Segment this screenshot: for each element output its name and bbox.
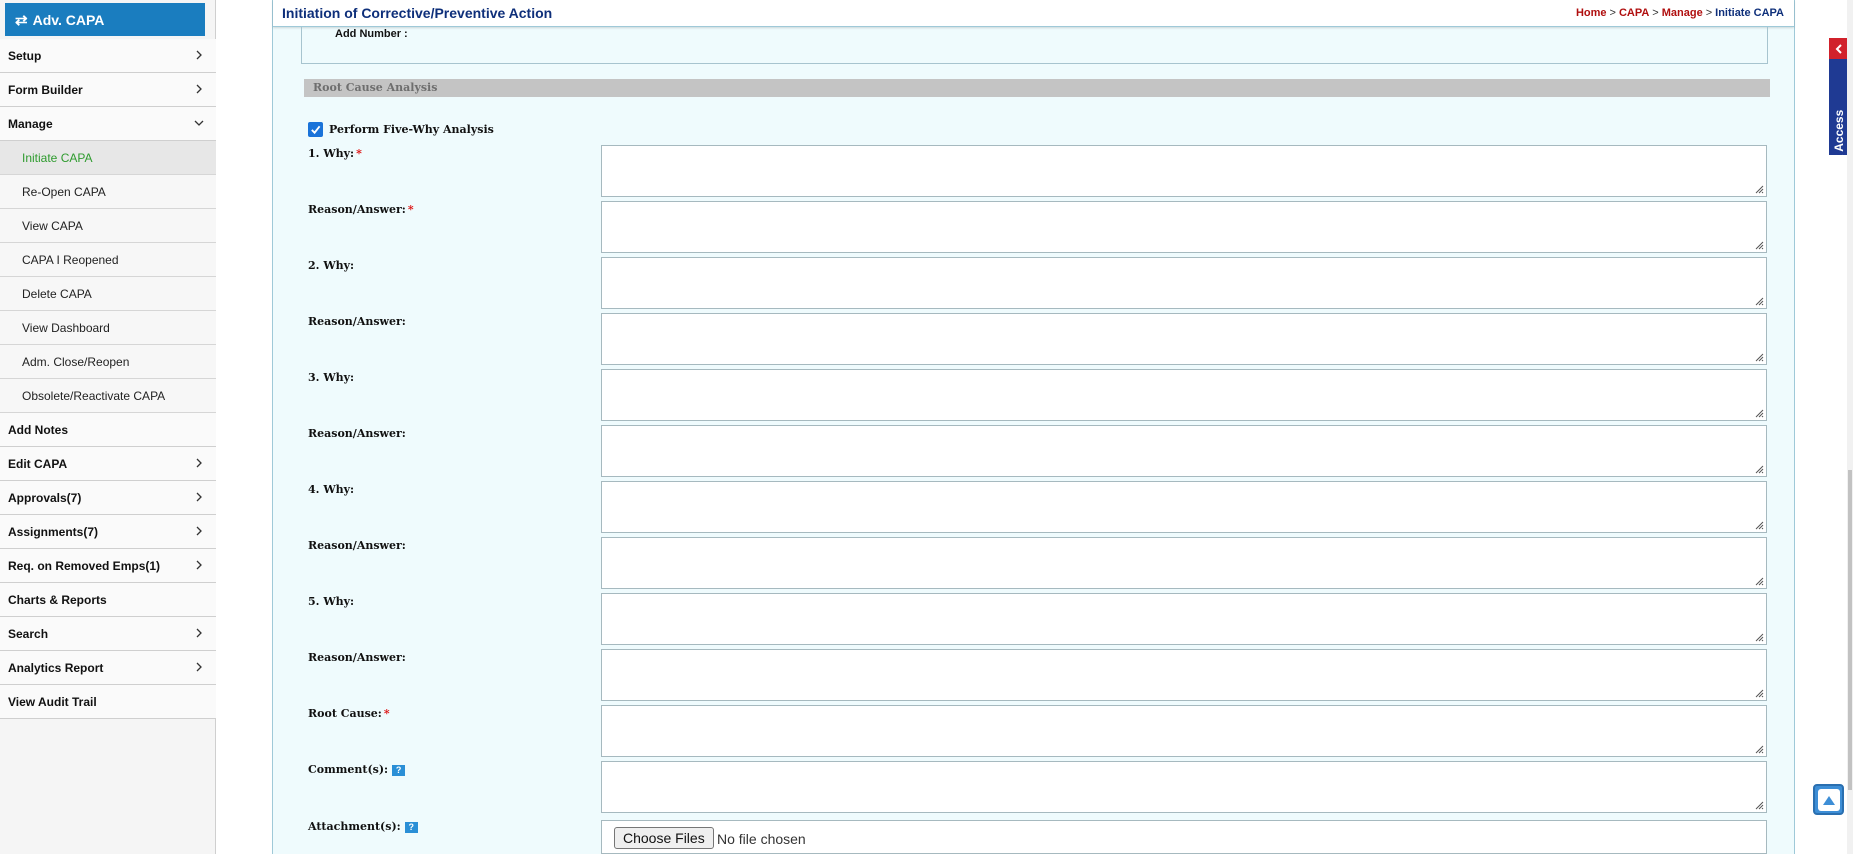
breadcrumb-home[interactable]: Home [1576, 7, 1607, 19]
textarea-12[interactable] [601, 761, 1767, 813]
sidebar-item-label: Assignments(7) [8, 524, 99, 539]
sidebar: ⇄ Adv. CAPA Setup Form Builder Manage Initi… [0, 0, 216, 854]
breadcrumb-manage[interactable]: Manage [1662, 7, 1703, 19]
sidebar-item-manage[interactable]: Manage [0, 107, 216, 141]
help-icon[interactable]: ? [392, 764, 406, 776]
chevron-right-icon [194, 558, 204, 573]
scroll-to-top-button[interactable] [1813, 784, 1844, 815]
sidebar-item-label: Edit CAPA [8, 456, 68, 471]
breadcrumb-capa[interactable]: CAPA [1619, 7, 1649, 19]
textarea-4[interactable] [601, 313, 1767, 365]
sidebar-item-form-builder[interactable]: Form Builder [0, 73, 216, 107]
help-icon[interactable]: ? [404, 821, 418, 833]
textarea-10[interactable] [601, 649, 1767, 701]
section-header-root-cause: Root Cause Analysis [304, 79, 1770, 97]
required-marker: * [407, 203, 414, 216]
sidebar-item-add-notes[interactable]: Add Notes [0, 413, 216, 447]
field-label: 4. Why: [308, 483, 355, 496]
sidebar-subitem-initiate-capa[interactable]: Initiate CAPA [0, 141, 216, 175]
textarea-2[interactable] [601, 201, 1767, 253]
textarea-8[interactable] [601, 537, 1767, 589]
sidebar-item-charts-reports[interactable]: Charts & Reports [0, 583, 216, 617]
sidebar-item-label: Charts & Reports [8, 592, 107, 607]
sidebar-item-search[interactable]: Search [0, 617, 216, 651]
required-marker: * [356, 147, 362, 160]
quick-access-label: Quick Access [1832, 109, 1846, 188]
chevron-right-icon [194, 626, 204, 641]
page-title: Initiation of Corrective/Preventive Acti… [282, 5, 553, 21]
chevron-right-icon [194, 82, 204, 97]
checkbox-checked-icon[interactable] [308, 122, 323, 137]
refresh-icon: ⇄ [15, 11, 28, 29]
breadcrumb-current: Initiate CAPA [1715, 7, 1784, 19]
textarea-6[interactable] [601, 425, 1767, 477]
field-label: Reason/Answer: [308, 651, 406, 664]
sidebar-item-assignments-7[interactable]: Assignments(7) [0, 515, 216, 549]
add-number-label: Add Number : [335, 28, 408, 40]
sidebar-subitem-view-dashboard[interactable]: View Dashboard [0, 311, 216, 345]
brand-label: Adv. CAPA [32, 11, 105, 28]
chevron-right-icon [194, 660, 204, 675]
sidebar-item-edit-capa[interactable]: Edit CAPA [0, 447, 216, 481]
sidebar-item-approvals-7[interactable]: Approvals(7) [0, 481, 216, 515]
add-number-box [301, 27, 1768, 64]
brand-button[interactable]: ⇄ Adv. CAPA [5, 3, 205, 36]
chevron-right-icon [194, 48, 204, 63]
textarea-9[interactable] [601, 593, 1767, 645]
sidebar-item-label: Manage [8, 116, 53, 131]
sidebar-item-view-audit-trail[interactable]: View Audit Trail [0, 685, 216, 719]
attachment-label: Attachment(s):? [308, 820, 418, 833]
sidebar-item-label: Form Builder [8, 82, 83, 97]
chevron-right-icon [194, 490, 204, 505]
chevron-down-icon [194, 116, 204, 131]
textarea-5[interactable] [601, 369, 1767, 421]
field-label: Reason/Answer: [308, 427, 406, 440]
sidebar-item-label: Analytics Report [8, 660, 104, 675]
field-label: Comment(s):? [308, 763, 406, 776]
chevron-right-icon [194, 456, 204, 471]
textarea-11[interactable] [601, 705, 1767, 757]
breadcrumb: Home > CAPA > Manage > Initiate CAPA [1575, 7, 1784, 19]
sidebar-menu: Setup Form Builder Manage Initiate CAPA Re-O… [0, 39, 216, 719]
textarea-1[interactable] [601, 145, 1767, 197]
field-label: 5. Why: [308, 595, 355, 608]
page-scrollbar[interactable] [1847, 0, 1853, 854]
sidebar-item-setup[interactable]: Setup [0, 39, 216, 73]
sidebar-subitem-obsolete-reactivate-capa[interactable]: Obsolete/Reactivate CAPA [0, 379, 216, 413]
sidebar-item-req-on-removed-emps-1[interactable]: Req. on Removed Emps(1) [0, 549, 216, 583]
field-label: Root Cause: * [308, 707, 390, 720]
sidebar-subitem-capa-i-reopened[interactable]: CAPA I Reopened [0, 243, 216, 277]
arrow-up-icon [1817, 788, 1840, 811]
scrollbar-thumb[interactable] [1848, 470, 1852, 790]
sidebar-item-label: Req. on Removed Emps(1) [8, 558, 161, 573]
field-label: 3. Why: [308, 371, 355, 384]
sidebar-subitem-delete-capa[interactable]: Delete CAPA [0, 277, 216, 311]
sidebar-item-label: Approvals(7) [8, 490, 82, 505]
page-header: Initiation of Corrective/Preventive Acti… [273, 0, 1794, 27]
quick-access-tab[interactable]: Quick Access [1829, 38, 1848, 188]
field-label: 1. Why: * [308, 147, 362, 160]
five-why-checkbox[interactable]: Perform Five-Why Analysis [308, 122, 494, 137]
field-label: Reason/Answer: * [308, 203, 414, 216]
sidebar-item-label: Setup [8, 48, 42, 63]
textarea-3[interactable] [601, 257, 1767, 309]
sidebar-item-label: Search [8, 626, 49, 641]
field-label: Reason/Answer: [308, 315, 406, 328]
field-label: Reason/Answer: [308, 539, 406, 552]
sidebar-subitem-adm-close-reopen[interactable]: Adm. Close/Reopen [0, 345, 216, 379]
chevron-right-icon [194, 524, 204, 539]
five-why-label: Perform Five-Why Analysis [329, 123, 494, 136]
sidebar-item-analytics-report[interactable]: Analytics Report [0, 651, 216, 685]
field-label: 2. Why: [308, 259, 355, 272]
textarea-7[interactable] [601, 481, 1767, 533]
choose-files-button[interactable]: Choose Files [614, 827, 714, 849]
file-status: No file chosen [717, 831, 806, 847]
sidebar-item-label: Add Notes [8, 422, 68, 437]
sidebar-subitem-re-open-capa[interactable]: Re-Open CAPA [0, 175, 216, 209]
required-marker: * [383, 707, 390, 720]
sidebar-item-label: View Audit Trail [8, 694, 97, 709]
attachment-field: Choose Files No file chosen [601, 820, 1767, 854]
chevron-left-icon[interactable] [1829, 38, 1848, 59]
sidebar-subitem-view-capa[interactable]: View CAPA [0, 209, 216, 243]
